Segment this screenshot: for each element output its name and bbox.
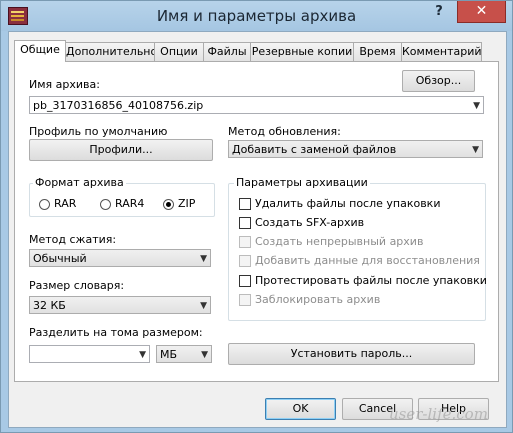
- chevron-down-icon: ▼: [200, 301, 207, 311]
- solid-archive-label: Создать непрерывный архив: [255, 235, 424, 248]
- lock-archive-checkbox: [239, 294, 251, 306]
- update-method-value: Добавить с заменой файлов: [232, 143, 397, 156]
- browse-button[interactable]: Обзор...: [402, 70, 475, 92]
- format-zip-radio[interactable]: [163, 199, 174, 210]
- set-password-button[interactable]: Установить пароль...: [228, 343, 475, 365]
- tab-advanced[interactable]: Дополнительно: [65, 42, 157, 61]
- archive-format-label: Формат архива: [33, 176, 126, 189]
- recovery-record-label: Добавить данные для восстановления: [255, 254, 480, 267]
- split-volumes-combo[interactable]: ▼: [29, 345, 150, 363]
- compression-method-label: Метод сжатия:: [29, 233, 117, 246]
- archive-name-value: pb_3170316856_40108756.zip: [33, 99, 204, 112]
- create-sfx-label[interactable]: Создать SFX-архив: [255, 216, 364, 229]
- update-method-select[interactable]: Добавить с заменой файлов ▼: [228, 140, 483, 158]
- profiles-button[interactable]: Профили...: [29, 139, 213, 161]
- general-tab-panel: Имя архива: Обзор... pb_3170316856_40108…: [14, 61, 499, 382]
- tab-options[interactable]: Опции: [154, 42, 204, 61]
- format-rar-radio[interactable]: [39, 199, 50, 210]
- update-method-label: Метод обновления:: [228, 125, 341, 138]
- ok-button[interactable]: OK: [265, 398, 336, 420]
- create-sfx-checkbox[interactable]: [239, 217, 251, 229]
- help-title-button[interactable]: ?: [431, 4, 447, 22]
- chevron-down-icon: ▼: [201, 350, 208, 360]
- close-button[interactable]: ✕: [457, 1, 506, 23]
- recovery-record-checkbox: [239, 255, 251, 267]
- tab-backup[interactable]: Резервные копии: [250, 42, 354, 61]
- dictionary-size-select[interactable]: 32 КБ ▼: [29, 296, 211, 314]
- split-unit-select[interactable]: МБ ▼: [156, 345, 212, 363]
- delete-after-archive-label[interactable]: Удалить файлы после упаковки: [255, 197, 440, 210]
- compression-method-select[interactable]: Обычный ▼: [29, 249, 211, 267]
- format-rar4-label[interactable]: RAR4: [115, 197, 144, 210]
- chevron-down-icon[interactable]: ▼: [139, 346, 146, 364]
- chevron-down-icon[interactable]: ▼: [473, 97, 480, 115]
- watermark-text: user-life.com: [389, 405, 488, 423]
- split-unit-value: МБ: [160, 348, 178, 361]
- default-profile-label: Профиль по умолчанию: [29, 125, 168, 138]
- dictionary-size-value: 32 КБ: [33, 299, 66, 312]
- chevron-down-icon: ▼: [200, 254, 207, 264]
- dictionary-size-label: Размер словаря:: [29, 279, 125, 292]
- tab-comment[interactable]: Комментарий: [401, 42, 482, 61]
- format-zip-label[interactable]: ZIP: [178, 197, 195, 210]
- archive-name-combo[interactable]: pb_3170316856_40108756.zip ▼: [29, 96, 484, 114]
- format-rar-label[interactable]: RAR: [54, 197, 76, 210]
- tab-time[interactable]: Время: [353, 42, 402, 61]
- split-volumes-label: Разделить на тома размером:: [29, 326, 203, 339]
- test-files-label[interactable]: Протестировать файлы после упаковки: [255, 274, 487, 287]
- format-rar4-radio[interactable]: [100, 199, 111, 210]
- archive-options-label: Параметры архивации: [234, 176, 370, 189]
- delete-after-archive-checkbox[interactable]: [239, 198, 251, 210]
- compression-method-value: Обычный: [33, 252, 87, 265]
- test-files-checkbox[interactable]: [239, 275, 251, 287]
- archive-dialog-window: Имя и параметры архива ? ✕ Общие Дополни…: [0, 0, 513, 433]
- tab-files[interactable]: Файлы: [203, 42, 251, 61]
- title-bar[interactable]: Имя и параметры архива ? ✕: [1, 1, 512, 31]
- chevron-down-icon: ▼: [472, 145, 479, 155]
- dialog-client-area: Общие Дополнительно Опции Файлы Резервны…: [8, 31, 507, 428]
- tab-general[interactable]: Общие: [14, 40, 66, 62]
- archive-name-label: Имя архива:: [29, 78, 100, 91]
- lock-archive-label: Заблокировать архив: [255, 293, 381, 306]
- solid-archive-checkbox: [239, 236, 251, 248]
